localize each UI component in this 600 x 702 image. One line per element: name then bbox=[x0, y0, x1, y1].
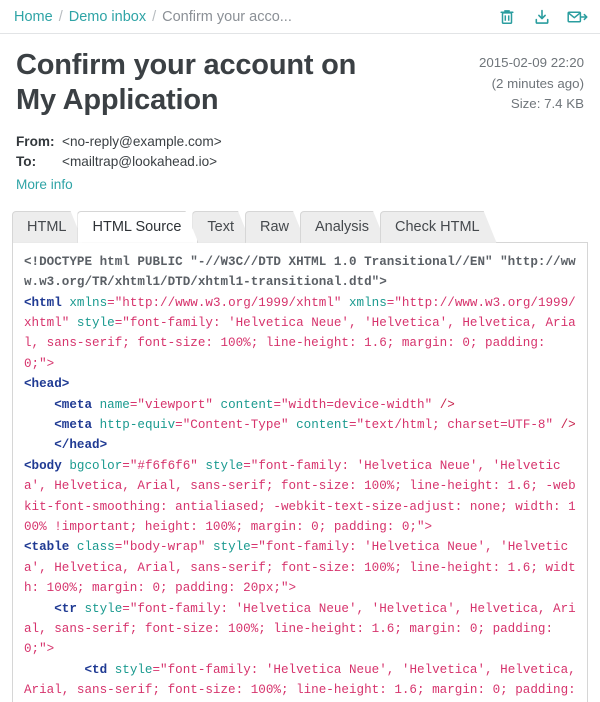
breadcrumb-separator: / bbox=[152, 8, 157, 25]
tab-html[interactable]: HTML bbox=[12, 211, 83, 243]
from-value: <no-reply@example.com> bbox=[62, 133, 222, 149]
code-token-tag: <tr bbox=[54, 601, 85, 616]
message-actions bbox=[496, 6, 588, 28]
tab-raw[interactable]: Raw bbox=[245, 211, 306, 243]
message-header: Confirm your account on My Application F… bbox=[0, 34, 600, 195]
address-block: From: <no-reply@example.com> To: <mailtr… bbox=[16, 132, 463, 195]
tab-label: Raw bbox=[259, 219, 289, 236]
message-relative-time: (2 minutes ago) bbox=[491, 75, 584, 91]
code-token-tag: <html bbox=[24, 295, 70, 310]
code-token-attr: style bbox=[84, 601, 123, 616]
tab-list: HTML HTML Source Text Raw Analysis Check HTML bbox=[12, 209, 588, 243]
download-button[interactable] bbox=[531, 6, 553, 28]
code-token-val: ="viewport" bbox=[129, 397, 221, 412]
code-token-attr: xmlns bbox=[349, 295, 387, 310]
breadcrumb-bar: Home / Demo inbox / Confirm your acco... bbox=[0, 0, 600, 34]
breadcrumb: Home / Demo inbox / Confirm your acco... bbox=[14, 9, 496, 25]
message-header-main: Confirm your account on My Application F… bbox=[16, 48, 479, 195]
from-row: From: <no-reply@example.com> bbox=[16, 132, 463, 152]
source-code: <!DOCTYPE html PUBLIC "-//W3C//DTD XHTML… bbox=[24, 252, 576, 702]
breadcrumb-item-current: Confirm your acco... bbox=[162, 8, 292, 25]
code-token-val: ="Content-Type" bbox=[175, 418, 297, 433]
code-token-tag: <body bbox=[24, 458, 70, 473]
code-token-attr: style bbox=[212, 540, 251, 555]
code-token-punct: /> bbox=[439, 397, 455, 412]
code-token-tag: </head> bbox=[54, 438, 108, 453]
more-info-link[interactable]: More info bbox=[16, 175, 73, 195]
code-token-attr: class bbox=[76, 540, 115, 555]
forward-button[interactable] bbox=[566, 6, 588, 28]
code-token-val: ="body-wrap" bbox=[114, 540, 213, 555]
tab-label: HTML bbox=[27, 219, 67, 236]
tab-check-html[interactable]: Check HTML bbox=[380, 211, 497, 243]
code-token-tag: <meta bbox=[54, 418, 100, 433]
code-token-val: ="text/html; charset=UTF-8" bbox=[349, 418, 561, 433]
code-token-tag: <meta bbox=[54, 397, 100, 412]
to-value: <mailtrap@lookahead.io> bbox=[62, 154, 218, 170]
download-icon bbox=[533, 8, 551, 26]
message-size: Size: 7.4 KB bbox=[510, 96, 584, 112]
trash-icon bbox=[498, 8, 516, 26]
code-token-tag: <td bbox=[84, 662, 115, 677]
tab-label: Text bbox=[207, 219, 234, 236]
page-title: Confirm your account on My Application bbox=[16, 49, 357, 117]
code-token-attr: http-equiv bbox=[99, 418, 176, 433]
breadcrumb-item-demo-inbox[interactable]: Demo inbox bbox=[69, 9, 146, 25]
tab-label: Analysis bbox=[315, 219, 369, 236]
code-token-attr: bgcolor bbox=[69, 458, 123, 473]
breadcrumb-item-home[interactable]: Home bbox=[14, 9, 53, 25]
code-token-doctype: <!DOCTYPE html PUBLIC "-//W3C//DTD XHTML… bbox=[24, 254, 576, 290]
code-token-attr: name bbox=[99, 397, 130, 412]
forward-mail-icon bbox=[566, 8, 588, 26]
code-token-attr: content bbox=[296, 418, 349, 433]
to-row: To: <mailtrap@lookahead.io> bbox=[16, 152, 463, 172]
code-token-val: ="width=device-width" bbox=[273, 397, 440, 412]
code-token-tag: <head> bbox=[24, 377, 70, 392]
code-token-punct: /> bbox=[560, 418, 576, 433]
code-token-attr: style bbox=[205, 458, 244, 473]
tab-label: Check HTML bbox=[395, 219, 480, 236]
code-token-attr: content bbox=[220, 397, 274, 412]
tab-analysis[interactable]: Analysis bbox=[300, 211, 386, 243]
code-token-attr: style bbox=[114, 662, 153, 677]
code-token-val: ="#f6f6f6" bbox=[122, 458, 206, 473]
tab-label: HTML Source bbox=[92, 219, 182, 236]
tab-text[interactable]: Text bbox=[192, 211, 251, 243]
code-token-tag: <table bbox=[24, 540, 77, 555]
html-source-panel[interactable]: <!DOCTYPE html PUBLIC "-//W3C//DTD XHTML… bbox=[12, 241, 588, 702]
to-label: To: bbox=[16, 154, 37, 170]
message-meta: 2015-02-09 22:20 (2 minutes ago) Size: 7… bbox=[479, 48, 584, 195]
code-token-val: ="http://www.w3.org/1999/xhtml" bbox=[107, 295, 349, 310]
from-label: From: bbox=[16, 133, 55, 149]
tabs-container: HTML HTML Source Text Raw Analysis Check HTML bbox=[0, 209, 600, 243]
message-date: 2015-02-09 22:20 bbox=[479, 55, 584, 70]
code-token-attr: xmlns bbox=[69, 295, 108, 310]
delete-button[interactable] bbox=[496, 6, 518, 28]
code-token-attr: style bbox=[76, 316, 115, 331]
tab-html-source[interactable]: HTML Source bbox=[77, 211, 198, 243]
breadcrumb-separator: / bbox=[58, 8, 63, 25]
